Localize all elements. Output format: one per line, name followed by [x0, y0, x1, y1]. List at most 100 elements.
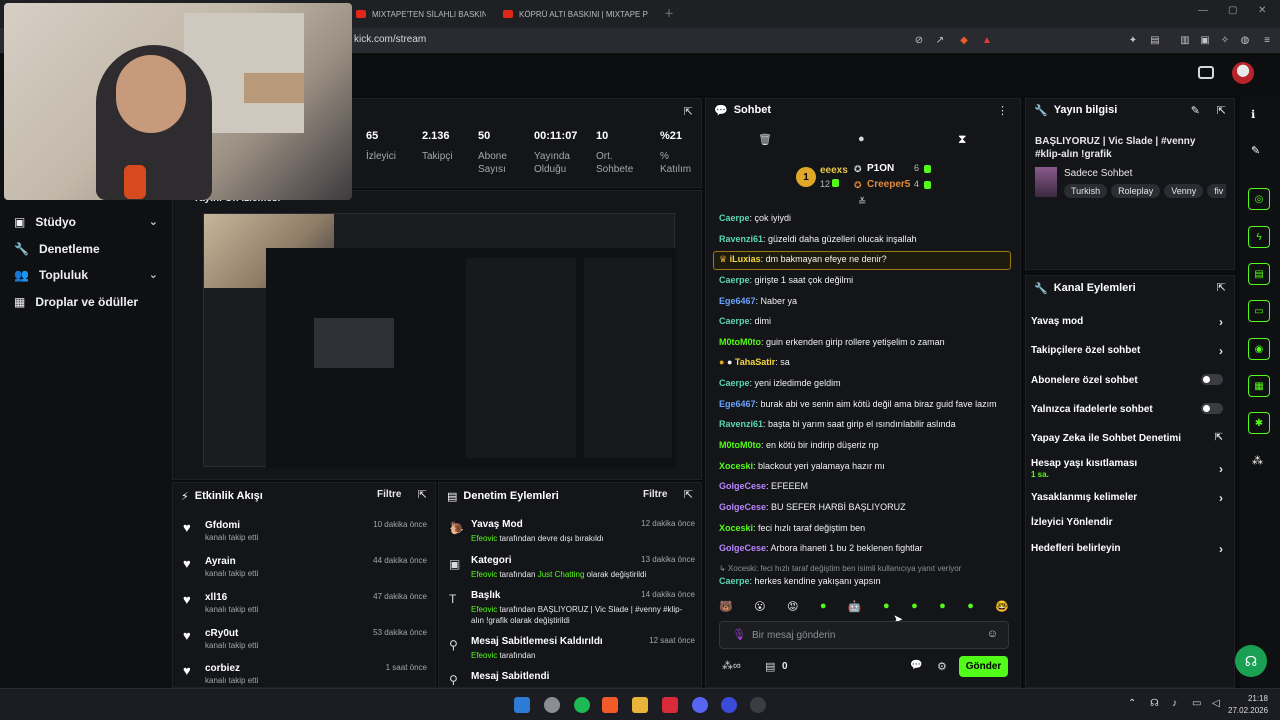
browser-tab[interactable]: MIXTAPE'TEN SİLAHLI BASKIN! | KÖPR — [356, 4, 486, 24]
goals-row[interactable]: Hedefleri belirleyin › — [1031, 542, 1227, 556]
gift-icon[interactable]: ▤ — [765, 660, 775, 673]
tag[interactable]: Roleplay — [1111, 184, 1161, 198]
chat-username[interactable]: Caerpe — [719, 576, 750, 586]
emote-icon[interactable]: ● — [967, 600, 974, 616]
rail-button-bolt[interactable]: ϟ — [1248, 226, 1270, 248]
emoji-icon[interactable]: ☺ — [987, 628, 998, 640]
windows-start-icon[interactable] — [514, 697, 530, 713]
gear-icon[interactable]: ⚙ — [937, 660, 947, 673]
follower-name[interactable]: Gfdomi — [205, 520, 240, 531]
emote-icon[interactable]: ● — [911, 600, 918, 616]
new-tab-icon[interactable]: ＋ — [664, 5, 674, 20]
sidebar-item-community[interactable]: 👥 Topluluk ⌄ — [0, 261, 172, 288]
hourglass-icon[interactable]: ⧗ — [958, 132, 966, 147]
subscribers-only-toggle[interactable] — [1201, 374, 1223, 385]
emote-icon[interactable]: 🤓 — [995, 600, 1009, 616]
follower-name[interactable]: Ayrain — [205, 556, 236, 567]
network-icon[interactable]: ▭ — [1192, 698, 1201, 709]
category-thumbnail[interactable] — [1035, 167, 1057, 197]
chat-username[interactable]: TahaSatir — [735, 357, 775, 367]
followers-only-row[interactable]: Takipçilere özel sohbet › — [1031, 344, 1227, 358]
raid-row[interactable]: İzleyici Yönlendir — [1031, 517, 1227, 528]
tag[interactable]: Venny — [1164, 184, 1204, 198]
kick-points-icon[interactable]: ⁂ — [1252, 454, 1263, 467]
chat-username[interactable]: Ege6467 — [719, 399, 756, 409]
obs-icon[interactable] — [750, 697, 766, 713]
popout-icon[interactable]: ⇱ — [684, 488, 693, 501]
chat-username[interactable]: Caerpe — [719, 378, 750, 388]
volume-icon[interactable]: ◁ — [1212, 698, 1220, 709]
sidebar-item-drops[interactable]: ▦ Droplar ve ödüller — [0, 288, 172, 315]
emote-only-toggle[interactable] — [1201, 403, 1223, 414]
leo-ai-icon[interactable]: ✧ — [1218, 33, 1232, 47]
follower-name[interactable]: xll16 — [205, 592, 227, 603]
send-button[interactable]: Gönder — [959, 656, 1008, 677]
popout-icon[interactable]: ⇱ — [418, 488, 427, 501]
emote-icon[interactable]: ● — [939, 600, 946, 616]
leader-name[interactable]: eeexs — [820, 165, 848, 176]
chat-username[interactable]: Xoceski — [719, 461, 753, 471]
banned-words-row[interactable]: Yasaklanmış kelimeler › — [1031, 491, 1227, 505]
rail-button-chat[interactable]: ▭ — [1248, 300, 1270, 322]
chat-username[interactable]: M0toM0to — [719, 440, 761, 450]
chat-username[interactable]: Ege6467 — [719, 296, 756, 306]
stream-preview-video[interactable] — [203, 213, 676, 468]
chat-username[interactable]: GolgeCese — [719, 502, 766, 512]
maximize-icon[interactable]: ▢ — [1228, 5, 1237, 16]
category-name[interactable]: Sadece Sohbet — [1064, 168, 1132, 179]
tag[interactable]: fiv — [1207, 184, 1226, 198]
file-explorer-icon[interactable] — [632, 697, 648, 713]
mod-filter-button[interactable]: Filtre — [643, 489, 667, 500]
emote-icon[interactable]: 😡 — [787, 600, 798, 616]
creator-icon[interactable] — [1198, 66, 1214, 79]
sidebar-item-studio[interactable]: ▣ Stüdyo ⌄ — [0, 208, 172, 235]
edit-icon[interactable]: ✎ — [1191, 104, 1200, 117]
pencil-icon[interactable]: ✎ — [1251, 144, 1260, 157]
rail-button-layout[interactable]: ▦ — [1248, 375, 1270, 397]
emote-icon[interactable]: 🐻 — [719, 600, 733, 616]
app-icon[interactable] — [544, 697, 560, 713]
popout-icon[interactable]: ⇱ — [684, 105, 693, 118]
emote-icon[interactable]: 🤖 — [848, 600, 862, 616]
collapse-icon[interactable]: ≚ — [858, 197, 866, 208]
spotify-icon[interactable] — [574, 697, 590, 713]
url-field[interactable]: kick.com/stream — [354, 34, 426, 45]
vpn-icon[interactable]: ◍ — [1238, 33, 1252, 47]
app-icon[interactable] — [662, 697, 678, 713]
chat-username[interactable]: M0toM0to — [719, 337, 761, 347]
browser-tab[interactable]: KÖPRÜ ALTI BASKINI | MIXTAPE POV — [503, 4, 648, 24]
slow-mode-row[interactable]: Yavaş mod › — [1031, 315, 1227, 329]
app-icon[interactable] — [721, 697, 737, 713]
rail-button-broadcast[interactable]: ◉ — [1248, 338, 1270, 360]
menu-icon[interactable]: ≡ — [1260, 33, 1274, 47]
extensions-icon[interactable]: ✦ — [1126, 33, 1140, 47]
chat-bubble-icon[interactable]: 💬 — [910, 660, 922, 671]
mute-icon[interactable]: ⊘ — [912, 33, 926, 47]
brave-shield-icon[interactable]: ◆ — [957, 33, 971, 47]
minimize-icon[interactable]: — — [1198, 5, 1208, 16]
chat-username[interactable]: Caerpe — [719, 213, 750, 223]
chat-icon[interactable]: ● — [858, 133, 865, 145]
chat-username[interactable]: Ravenzi61 — [719, 419, 763, 429]
tray-chevron-icon[interactable]: ⌃ — [1128, 698, 1136, 709]
microphone-icon[interactable]: 🎙 — [732, 628, 746, 641]
ai-moderation-row[interactable]: Yapay Zeka ile Sohbet Denetimi ⇱ — [1031, 432, 1227, 444]
wallet-icon[interactable]: ▣ — [1198, 33, 1212, 47]
close-icon[interactable]: ✕ — [1258, 5, 1266, 16]
kick-points-icon[interactable]: ⁂∞ — [722, 659, 741, 672]
leader-name[interactable]: P1ON — [867, 163, 894, 174]
popout-icon[interactable]: ⇱ — [1217, 104, 1226, 117]
info-icon[interactable]: ℹ — [1251, 108, 1255, 121]
rail-button-camera[interactable]: ◎ — [1248, 188, 1270, 210]
chat-username[interactable]: GolgeCese — [719, 543, 766, 553]
discord-icon[interactable] — [692, 697, 708, 713]
chat-input-placeholder[interactable]: Bir mesaj gönderin — [752, 630, 835, 641]
support-button[interactable]: ☊ — [1235, 645, 1267, 677]
emote-icon[interactable]: ● — [820, 600, 827, 616]
sidebar-item-moderation[interactable]: 🔧 Denetleme — [0, 235, 172, 262]
follower-name[interactable]: cRy0ut — [205, 628, 238, 639]
chat-username[interactable]: GolgeCese — [719, 481, 766, 491]
rail-button-notes[interactable]: ▤ — [1248, 263, 1270, 285]
chat-username[interactable]: Xoceski — [719, 523, 753, 533]
more-options-icon[interactable]: ⋮ — [997, 104, 1008, 117]
